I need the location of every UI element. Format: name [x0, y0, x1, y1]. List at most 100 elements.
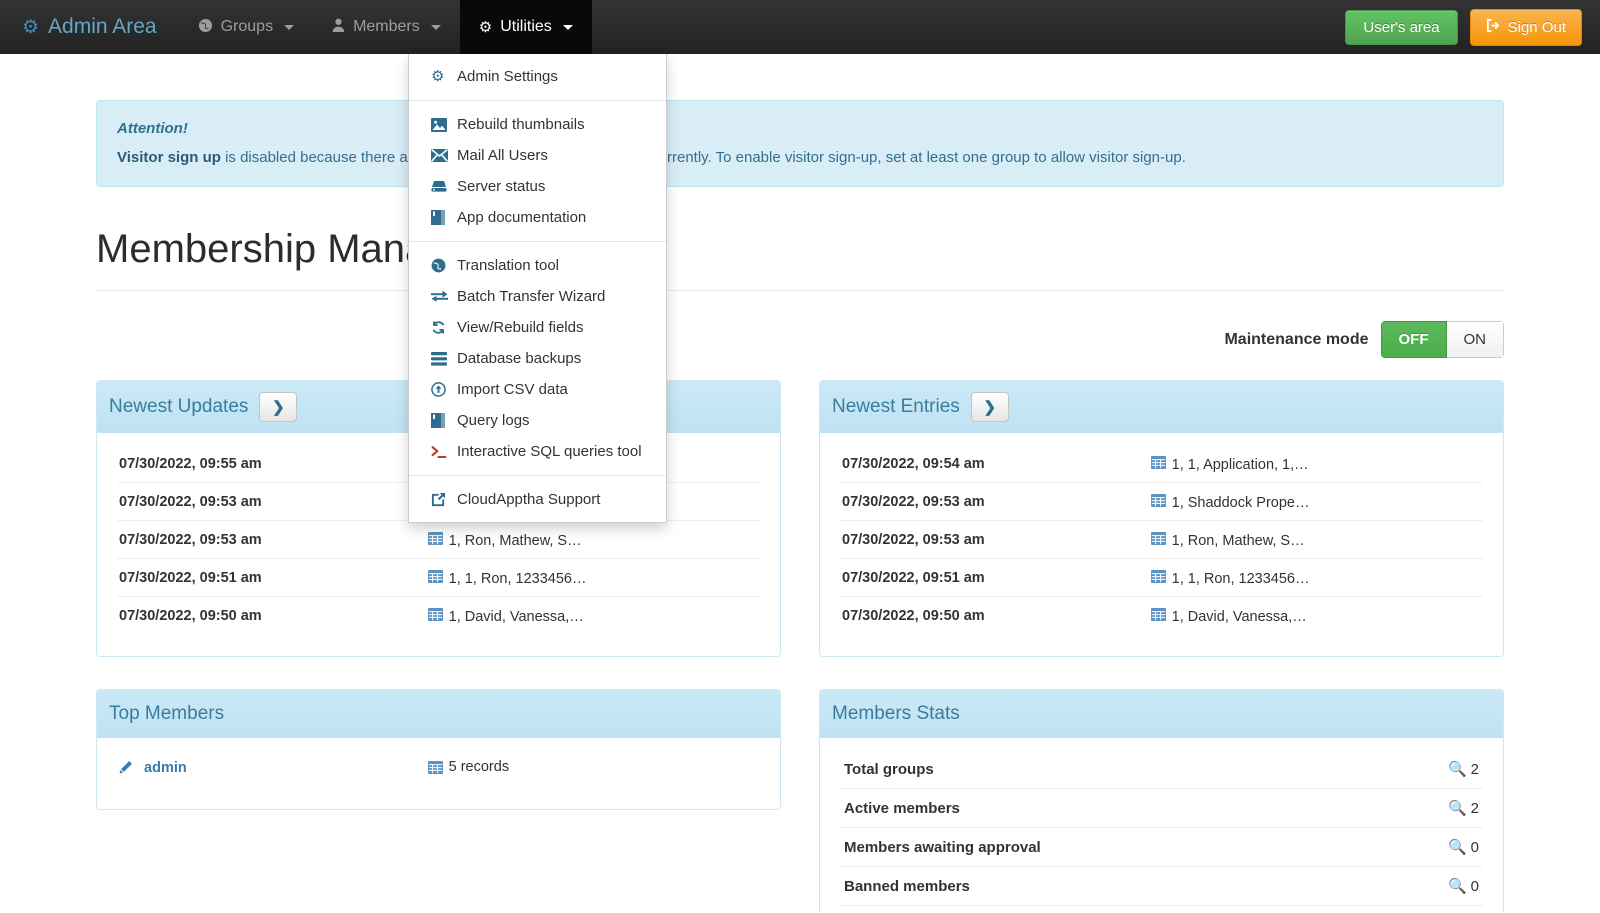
- book-icon: [431, 210, 457, 225]
- table-icon: [427, 608, 443, 625]
- sign-out-icon: [1486, 18, 1501, 37]
- nav-item-utilities[interactable]: ⚙ Utilities: [459, 0, 592, 54]
- row-member: admin: [117, 750, 426, 787]
- globe-icon: [198, 18, 213, 36]
- table-row[interactable]: Total members 🔍2: [840, 905, 1483, 913]
- menu-label: Server status: [457, 178, 546, 195]
- menu-label: Mail All Users: [457, 147, 548, 164]
- menu-item-import-csv-data[interactable]: Import CSV data: [409, 374, 666, 405]
- menu-item-mail-all-users[interactable]: Mail All Users: [409, 140, 666, 171]
- pencil-icon: [119, 760, 133, 778]
- stat-label: Active members: [840, 788, 1381, 828]
- table-row[interactable]: 07/30/2022, 09:53 am 1, Ron, Mathew, S…: [840, 520, 1483, 559]
- upload-circle-icon: [431, 382, 457, 397]
- row-record: 1, David, Vanessa,…: [426, 597, 760, 635]
- table-row[interactable]: Total groups 🔍 2: [840, 750, 1483, 789]
- search-icon: 🔍: [1447, 800, 1467, 817]
- member-link[interactable]: admin: [144, 760, 187, 776]
- menu-label: Query logs: [457, 412, 530, 429]
- row-record: 1, 1, Application, 1,…: [1148, 445, 1483, 483]
- panel-title: Top Members: [109, 703, 225, 724]
- visitor-signup-alert: Attention! Visitor sign up is disabled b…: [96, 100, 1504, 187]
- maintenance-off-option[interactable]: OFF: [1380, 321, 1447, 358]
- table-row[interactable]: Members awaiting approval 🔍 0: [840, 827, 1483, 867]
- exchange-icon: [431, 290, 457, 303]
- menu-item-app-documentation[interactable]: App documentation: [409, 202, 666, 233]
- row-date: 07/30/2022, 09:55 am: [117, 445, 426, 483]
- utilities-dropdown-menu: ⚙ Admin Settings Rebuild thumbnails Mail…: [408, 54, 667, 523]
- maintenance-on-option[interactable]: ON: [1446, 321, 1504, 358]
- brand-admin-area[interactable]: ⚙ Admin Area: [0, 0, 179, 54]
- row-date: 07/30/2022, 09:53 am: [117, 520, 426, 559]
- menu-item-admin-settings[interactable]: ⚙ Admin Settings: [409, 60, 666, 92]
- table-row[interactable]: 07/30/2022, 09:53 am 1, Ron, Mathew, S…: [117, 520, 760, 559]
- alert-body: is disabled because there are no groups …: [220, 148, 1186, 166]
- menu-item-translation-tool[interactable]: Translation tool: [409, 250, 666, 281]
- alert-attention-label: Attention!: [117, 120, 188, 137]
- menu-item-query-logs[interactable]: Query logs: [409, 405, 666, 436]
- table-row[interactable]: 07/30/2022, 09:50 am 1, David, Vanessa,…: [840, 597, 1483, 635]
- gear-icon: ⚙: [478, 18, 493, 36]
- terminal-icon: [431, 445, 457, 459]
- table-row[interactable]: Active members 🔍 2: [840, 788, 1483, 828]
- stat-value-cell[interactable]: 🔍2: [1380, 750, 1483, 789]
- top-members-table: admin 5 records: [117, 750, 760, 787]
- menu-item-server-status[interactable]: Server status: [409, 171, 666, 202]
- menu-label: Rebuild thumbnails: [457, 116, 585, 133]
- image-icon: [431, 117, 457, 132]
- nav-label-groups: Groups: [220, 18, 274, 35]
- table-row[interactable]: admin 5 records: [117, 750, 760, 787]
- maintenance-mode-toggle[interactable]: OFF ON: [1380, 321, 1504, 358]
- row-date: 07/30/2022, 09:50 am: [842, 607, 985, 624]
- chevron-down-icon: [430, 24, 441, 30]
- table-icon: [1150, 532, 1166, 549]
- sign-out-label: Sign Out: [1507, 18, 1566, 36]
- search-icon: 🔍: [1447, 761, 1467, 778]
- stat-value: 2: [1470, 761, 1479, 778]
- top-navbar: ⚙ Admin Area Groups Members ⚙ Utilities …: [0, 0, 1600, 54]
- row-date: 07/30/2022, 09:50 am: [119, 607, 262, 624]
- panel-newest-entries: Newest Entries ❯ 07/30/2022, 09:54 am 1,…: [819, 380, 1504, 657]
- stat-label: Banned members: [840, 866, 1381, 906]
- menu-label: Translation tool: [457, 257, 559, 274]
- stat-label: Members awaiting approval: [840, 827, 1381, 867]
- chevron-right-icon[interactable]: ❯: [970, 392, 1009, 422]
- nav-item-groups[interactable]: Groups: [179, 0, 313, 54]
- menu-item-batch-transfer-wizard[interactable]: Batch Transfer Wizard: [409, 281, 666, 312]
- sign-out-button[interactable]: Sign Out: [1469, 8, 1582, 46]
- menu-label: View/Rebuild fields: [457, 319, 584, 336]
- row-record: 1, Shaddock Prope…: [1148, 482, 1483, 521]
- row-date: 07/30/2022, 09:53 am: [840, 482, 1149, 521]
- menu-label: Import CSV data: [457, 381, 568, 398]
- table-row[interactable]: 07/30/2022, 09:51 am 1, 1, Ron, 1233456…: [840, 558, 1483, 597]
- menu-item-view-rebuild-fields[interactable]: View/Rebuild fields: [409, 312, 666, 343]
- menu-label: Batch Transfer Wizard: [457, 288, 606, 305]
- menu-item-cloudapptha-support[interactable]: CloudApptha Support: [409, 484, 666, 515]
- stat-value-cell[interactable]: 🔍 0: [1380, 827, 1483, 867]
- row-record: 1, Ron, Mathew, S…: [425, 520, 760, 559]
- panel-body: admin 5 records: [97, 738, 780, 809]
- menu-label: App documentation: [457, 209, 587, 226]
- chevron-right-icon[interactable]: ❯: [259, 392, 298, 422]
- database-icon: [431, 351, 457, 366]
- table-row[interactable]: 07/30/2022, 09:51 am 1, 1, Ron, 1233456…: [117, 558, 760, 597]
- stat-value-cell[interactable]: 🔍2: [1380, 905, 1483, 913]
- menu-item-interactive-sql-queries-tool[interactable]: Interactive SQL queries tool: [409, 436, 666, 467]
- table-row[interactable]: 07/30/2022, 09:54 am 1, 1, Application, …: [840, 445, 1483, 483]
- table-row[interactable]: 07/30/2022, 09:53 am 1, Shaddock Prope…: [840, 482, 1483, 521]
- nav-item-members[interactable]: Members: [313, 0, 460, 54]
- table-row[interactable]: 07/30/2022, 09:50 am 1, David, Vanessa,…: [117, 597, 760, 635]
- menu-label: CloudApptha Support: [457, 491, 601, 508]
- panel-title: Members Stats: [832, 703, 960, 724]
- table-icon: [427, 570, 443, 587]
- stat-value-cell[interactable]: 🔍2: [1380, 788, 1483, 828]
- table-row[interactable]: Banned members 🔍 0: [840, 866, 1483, 906]
- row-date: 07/30/2022, 09:51 am: [840, 558, 1149, 597]
- panel-header: Top Members: [97, 690, 780, 738]
- menu-item-database-backups[interactable]: Database backups: [409, 343, 666, 374]
- chevron-down-icon: [562, 24, 573, 30]
- row-date: 07/30/2022, 09:54 am: [840, 445, 1149, 483]
- stat-value-cell[interactable]: 🔍 0: [1380, 866, 1483, 906]
- users-area-button[interactable]: User's area: [1345, 9, 1458, 45]
- menu-item-rebuild-thumbnails[interactable]: Rebuild thumbnails: [409, 109, 666, 140]
